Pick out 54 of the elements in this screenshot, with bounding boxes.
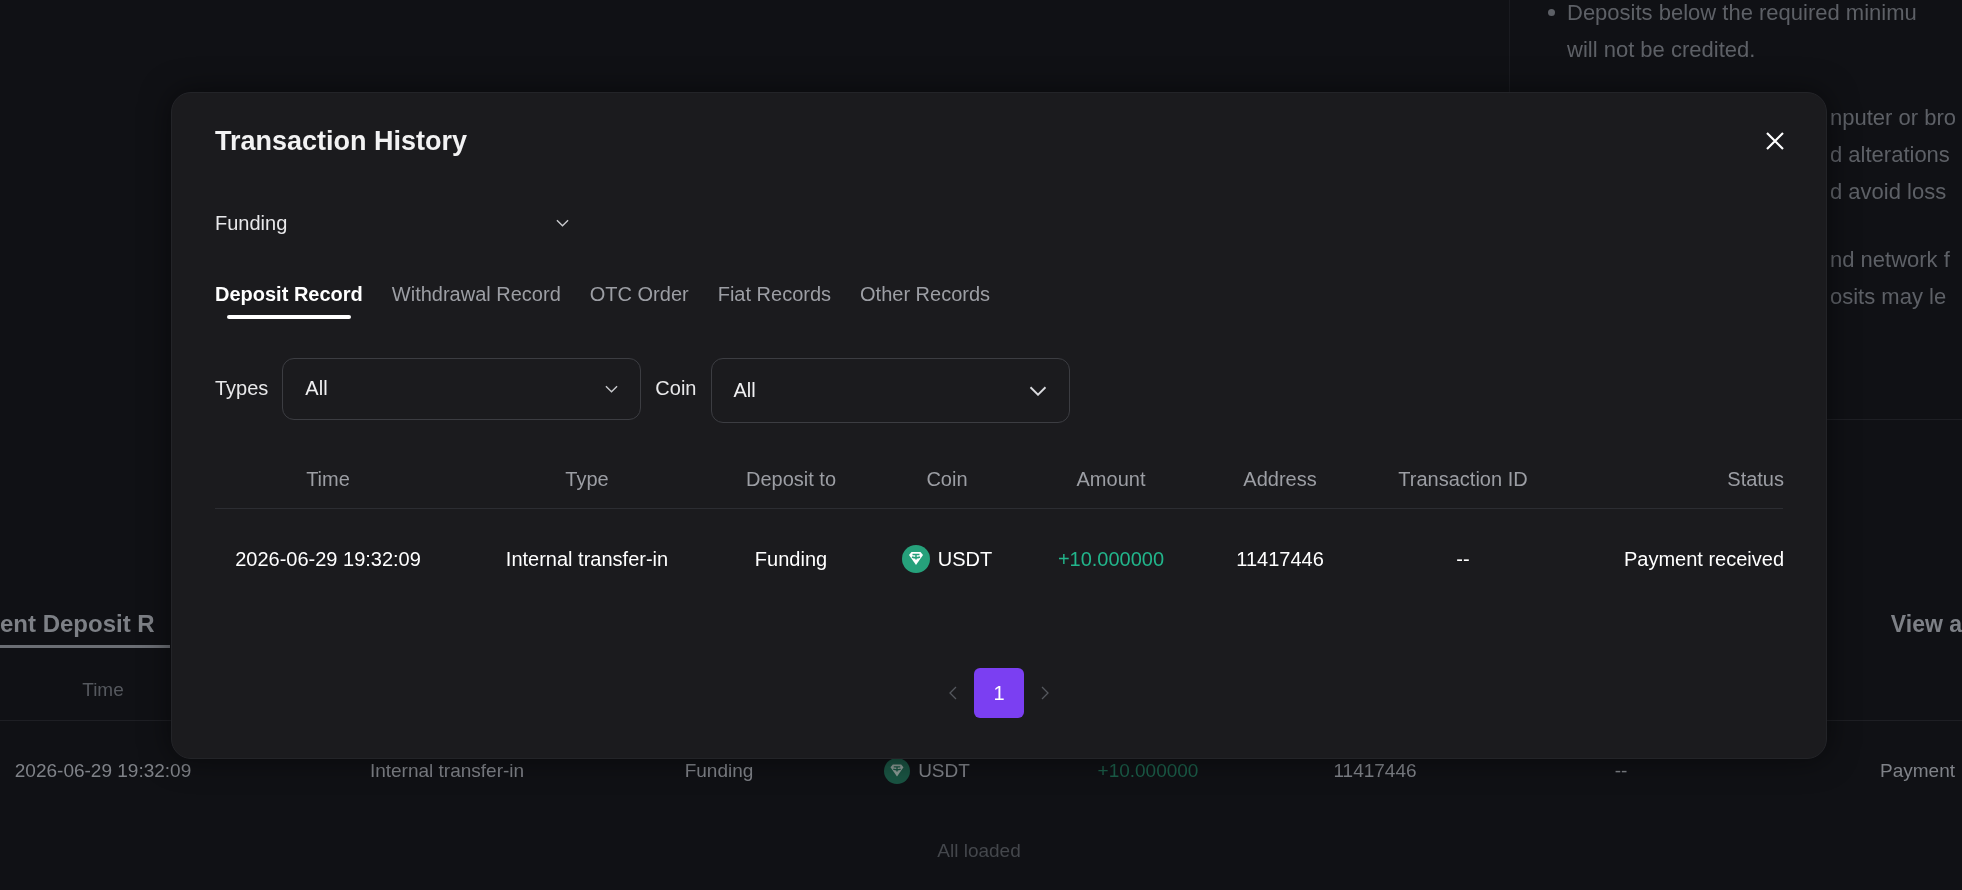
note-text: nd network f bbox=[1830, 246, 1951, 274]
table-cell-text: Funding bbox=[683, 759, 755, 783]
tab[interactable]: Withdrawal Record bbox=[391, 278, 561, 322]
tab[interactable]: Deposit Record bbox=[215, 278, 363, 322]
filter-dropdown[interactable]: All bbox=[710, 358, 1070, 423]
note-text: will not be credited. bbox=[1567, 36, 1757, 64]
chevron-left-icon bbox=[949, 686, 957, 700]
table-cell-text: -- bbox=[1613, 759, 1629, 783]
tab[interactable]: Other Records bbox=[860, 278, 991, 322]
page-button[interactable]: 1 bbox=[974, 668, 1024, 718]
note-text: nputer or bro bbox=[1830, 104, 1957, 132]
tab[interactable]: OTC Order bbox=[589, 278, 689, 322]
column-header: Time bbox=[305, 467, 351, 492]
column-header: Deposit to bbox=[744, 467, 838, 492]
column-header: Coin bbox=[925, 467, 969, 492]
column-header: Time bbox=[81, 678, 125, 702]
filter-dropdown[interactable]: All bbox=[282, 357, 642, 420]
table-cell-text: 11417446 bbox=[1332, 759, 1418, 783]
filter-label: Types bbox=[215, 377, 269, 400]
filter-label: Coin bbox=[655, 377, 697, 400]
table-cell-text: 11417446 bbox=[1235, 547, 1325, 572]
note-text: osits may le bbox=[1830, 283, 1948, 311]
chevron-down-icon bbox=[605, 384, 619, 393]
column-header: Status bbox=[1726, 467, 1784, 492]
note-text: d avoid loss bbox=[1830, 178, 1948, 206]
account-dropdown[interactable]: Funding bbox=[215, 208, 573, 238]
column-header: Amount bbox=[1075, 467, 1147, 492]
note-text: Deposits below the required minimu bbox=[1567, 0, 1917, 27]
coin-icon bbox=[884, 758, 911, 784]
table-cell-text: USDT bbox=[918, 759, 970, 783]
column-header: Transaction ID bbox=[1397, 467, 1529, 492]
table-cell-text: Payment received bbox=[1622, 547, 1784, 572]
table-cell-text: Internal transfer-in bbox=[504, 547, 670, 572]
tab[interactable]: Fiat Records bbox=[717, 278, 832, 322]
chevron-right-icon bbox=[1041, 686, 1049, 700]
table-cell-text: USDT bbox=[937, 547, 993, 572]
close-icon bbox=[1765, 131, 1785, 151]
bullet-dot bbox=[1548, 9, 1555, 16]
note-text: d alterations bbox=[1830, 141, 1951, 169]
table-cell-text: +10.000000 bbox=[1096, 759, 1200, 783]
view-all-link[interactable]: View a bbox=[1890, 606, 1962, 642]
table-cell-text: Payment bbox=[1880, 759, 1955, 783]
chevron-down-icon bbox=[1028, 385, 1047, 396]
table-cell-text: Funding bbox=[753, 547, 829, 572]
table-cell-text: +10.000000 bbox=[1056, 547, 1166, 572]
coin-icon bbox=[901, 545, 930, 573]
column-header: Type bbox=[564, 467, 610, 492]
chevron-down-icon bbox=[556, 219, 569, 227]
table-cell-text: 2026-06-29 19:32:09 bbox=[13, 759, 193, 783]
table-cell-text: Internal transfer-in bbox=[368, 759, 526, 783]
table-cell-text: 2026-06-29 19:32:09 bbox=[234, 547, 422, 572]
table-cell-text: -- bbox=[1455, 547, 1471, 572]
column-header: Address bbox=[1242, 467, 1318, 492]
modal-title: Transaction History bbox=[215, 126, 468, 156]
